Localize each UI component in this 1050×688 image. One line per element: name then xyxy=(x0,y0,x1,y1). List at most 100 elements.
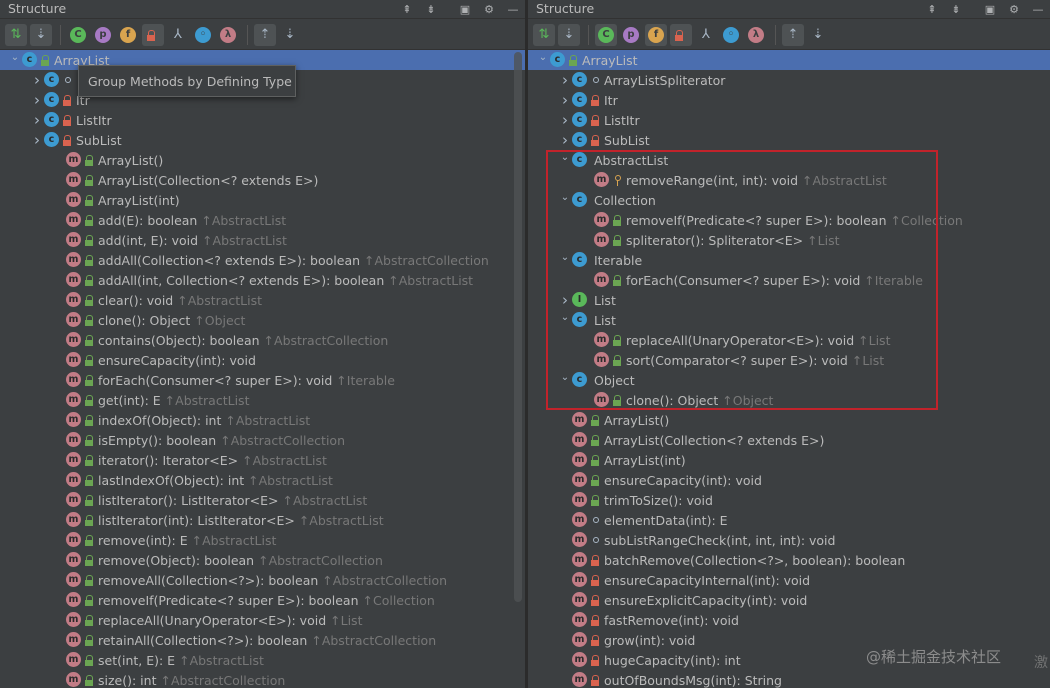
class-row[interactable]: ⌄ c Collection xyxy=(528,190,1050,210)
method-row[interactable]: m fastRemove(int): void xyxy=(528,610,1050,630)
chevron-down-icon[interactable]: ⌄ xyxy=(558,372,572,383)
show-inherited-button[interactable]: ⅄ xyxy=(167,24,189,46)
chevron-right-icon[interactable]: › xyxy=(558,71,572,89)
method-row[interactable]: m batchRemove(Collection<?>, boolean): bo… xyxy=(528,550,1050,570)
class-row[interactable]: › c ListItr xyxy=(0,110,525,130)
method-row[interactable]: m ensureExplicitCapacity(int): void xyxy=(528,590,1050,610)
sort-by-visibility-button[interactable]: ⇅ xyxy=(533,23,555,46)
chevron-down-icon[interactable]: ⌄ xyxy=(8,52,22,63)
method-row[interactable]: m forEach(Consumer<? super E>): void ↑Iter… xyxy=(0,370,525,390)
show-anonymous-button[interactable]: ◦ xyxy=(192,24,214,46)
class-row[interactable]: › c Itr xyxy=(528,90,1050,110)
method-row[interactable]: m indexOf(Object): int ↑AbstractList xyxy=(0,410,525,430)
method-row[interactable]: m forEach(Consumer<? super E>): void ↑Iter… xyxy=(528,270,1050,290)
method-row[interactable]: m lastIndexOf(Object): int ↑AbstractList xyxy=(0,470,525,490)
method-row[interactable]: m set(int, E): E ↑AbstractList xyxy=(0,650,525,670)
show-fields-button[interactable]: f xyxy=(645,23,667,46)
hide-icon[interactable]: — xyxy=(1030,2,1046,18)
show-properties-button[interactable]: p xyxy=(620,24,642,46)
show-non-public-button[interactable] xyxy=(142,23,164,46)
class-row[interactable]: ⌄ c Iterable xyxy=(528,250,1050,270)
method-row[interactable]: m ensureCapacity(int): void xyxy=(528,470,1050,490)
autoscroll-to-source-button[interactable]: ⇡ xyxy=(254,23,276,46)
class-row[interactable]: ⌄ c AbstractList xyxy=(528,150,1050,170)
method-row[interactable]: m addAll(Collection<? extends E>): boolea… xyxy=(0,250,525,270)
layout-icon[interactable]: ▣ xyxy=(982,2,998,18)
collapse-all-icon[interactable]: ⇟ xyxy=(423,2,439,18)
class-row[interactable]: › c SubList xyxy=(0,130,525,150)
show-non-public-button[interactable] xyxy=(670,23,692,46)
method-row[interactable]: m ensureCapacityInternal(int): void xyxy=(528,570,1050,590)
autoscroll-from-source-button[interactable]: ⇣ xyxy=(807,24,829,46)
method-row[interactable]: m clone(): Object ↑Object xyxy=(0,310,525,330)
group-by-defining-type-button[interactable]: C xyxy=(67,24,89,46)
class-row[interactable]: › c ListItr xyxy=(528,110,1050,130)
layout-icon[interactable]: ▣ xyxy=(457,2,473,18)
method-row[interactable]: m ArrayList() xyxy=(528,410,1050,430)
method-row[interactable]: m clone(): Object ↑Object xyxy=(528,390,1050,410)
chevron-down-icon[interactable]: ⌄ xyxy=(558,312,572,323)
method-row[interactable]: m get(int): E ↑AbstractList xyxy=(0,390,525,410)
scrollbar[interactable] xyxy=(514,52,522,602)
method-row[interactable]: m replaceAll(UnaryOperator<E>): void ↑List xyxy=(0,610,525,630)
class-row[interactable]: ⌄ c List xyxy=(528,310,1050,330)
chevron-down-icon[interactable]: ⌄ xyxy=(558,252,572,263)
method-row[interactable]: m ArrayList() xyxy=(0,150,525,170)
method-row[interactable]: m contains(Object): boolean ↑AbstractColle… xyxy=(0,330,525,350)
expand-all-icon[interactable]: ⇞ xyxy=(399,2,415,18)
settings-icon[interactable]: ⚙ xyxy=(481,2,497,18)
chevron-right-icon[interactable]: › xyxy=(30,71,44,89)
chevron-right-icon[interactable]: › xyxy=(558,91,572,109)
method-row[interactable]: m removeRange(int, int): void ↑AbstractLis… xyxy=(528,170,1050,190)
autoscroll-to-source-button[interactable]: ⇡ xyxy=(782,23,804,46)
class-row[interactable]: › c ArrayListSpliterator xyxy=(528,70,1050,90)
method-row[interactable]: m subListRangeCheck(int, int, int): void xyxy=(528,530,1050,550)
method-row[interactable]: m ArrayList(Collection<? extends E>) xyxy=(0,170,525,190)
method-row[interactable]: m add(E): boolean ↑AbstractList xyxy=(0,210,525,230)
chevron-right-icon[interactable]: › xyxy=(558,111,572,129)
settings-icon[interactable]: ⚙ xyxy=(1006,2,1022,18)
chevron-right-icon[interactable]: › xyxy=(558,131,572,149)
method-row[interactable]: m listIterator(): ListIterator<E> ↑Abstrac… xyxy=(0,490,525,510)
method-row[interactable]: m replaceAll(UnaryOperator<E>): void ↑List xyxy=(528,330,1050,350)
method-row[interactable]: m ArrayList(int) xyxy=(528,450,1050,470)
show-lambdas-button[interactable]: λ xyxy=(745,24,767,46)
chevron-down-icon[interactable]: ⌄ xyxy=(558,152,572,163)
method-row[interactable]: m spliterator(): Spliterator<E> ↑List xyxy=(528,230,1050,250)
group-by-defining-type-button[interactable]: C xyxy=(595,23,617,46)
sort-alphabetically-button[interactable]: ⇣ xyxy=(30,23,52,46)
class-row[interactable]: › c SubList xyxy=(528,130,1050,150)
method-row[interactable]: m removeIf(Predicate<? super E>): boolean… xyxy=(0,590,525,610)
method-row[interactable]: m clear(): void ↑AbstractList xyxy=(0,290,525,310)
method-row[interactable]: m removeAll(Collection<?>): boolean ↑Abstr… xyxy=(0,570,525,590)
chevron-right-icon[interactable]: › xyxy=(30,91,44,109)
method-row[interactable]: m ensureCapacity(int): void xyxy=(0,350,525,370)
show-properties-button[interactable]: p xyxy=(92,24,114,46)
chevron-down-icon[interactable]: ⌄ xyxy=(558,192,572,203)
method-row[interactable]: m removeIf(Predicate<? super E>): boolean… xyxy=(528,210,1050,230)
chevron-right-icon[interactable]: › xyxy=(558,291,572,309)
chevron-right-icon[interactable]: › xyxy=(30,131,44,149)
method-row[interactable]: m sort(Comparator<? super E>): void ↑List xyxy=(528,350,1050,370)
show-inherited-button[interactable]: ⅄ xyxy=(695,24,717,46)
method-row[interactable]: m trimToSize(): void xyxy=(528,490,1050,510)
sort-by-visibility-button[interactable]: ⇅ xyxy=(5,23,27,46)
method-row[interactable]: m outOfBoundsMsg(int): String xyxy=(528,670,1050,688)
autoscroll-from-source-button[interactable]: ⇣ xyxy=(279,24,301,46)
show-anonymous-button[interactable]: ◦ xyxy=(720,24,742,46)
expand-all-icon[interactable]: ⇞ xyxy=(924,2,940,18)
method-row[interactable]: m add(int, E): void ↑AbstractList xyxy=(0,230,525,250)
method-row[interactable]: m ArrayList(Collection<? extends E>) xyxy=(528,430,1050,450)
class-row[interactable]: › I List xyxy=(528,290,1050,310)
class-row[interactable]: ⌄ c Object xyxy=(528,370,1050,390)
method-row[interactable]: m elementData(int): E xyxy=(528,510,1050,530)
sort-alphabetically-button[interactable]: ⇣ xyxy=(558,23,580,46)
show-fields-button[interactable]: f xyxy=(117,24,139,46)
collapse-all-icon[interactable]: ⇟ xyxy=(948,2,964,18)
method-row[interactable]: m listIterator(int): ListIterator<E> ↑Abst… xyxy=(0,510,525,530)
method-row[interactable]: m addAll(int, Collection<? extends E>): b… xyxy=(0,270,525,290)
class-row[interactable]: ⌄ c ArrayList xyxy=(528,50,1050,70)
method-row[interactable]: m isEmpty(): boolean ↑AbstractCollection xyxy=(0,430,525,450)
chevron-right-icon[interactable]: › xyxy=(30,111,44,129)
method-row[interactable]: m remove(int): E ↑AbstractList xyxy=(0,530,525,550)
